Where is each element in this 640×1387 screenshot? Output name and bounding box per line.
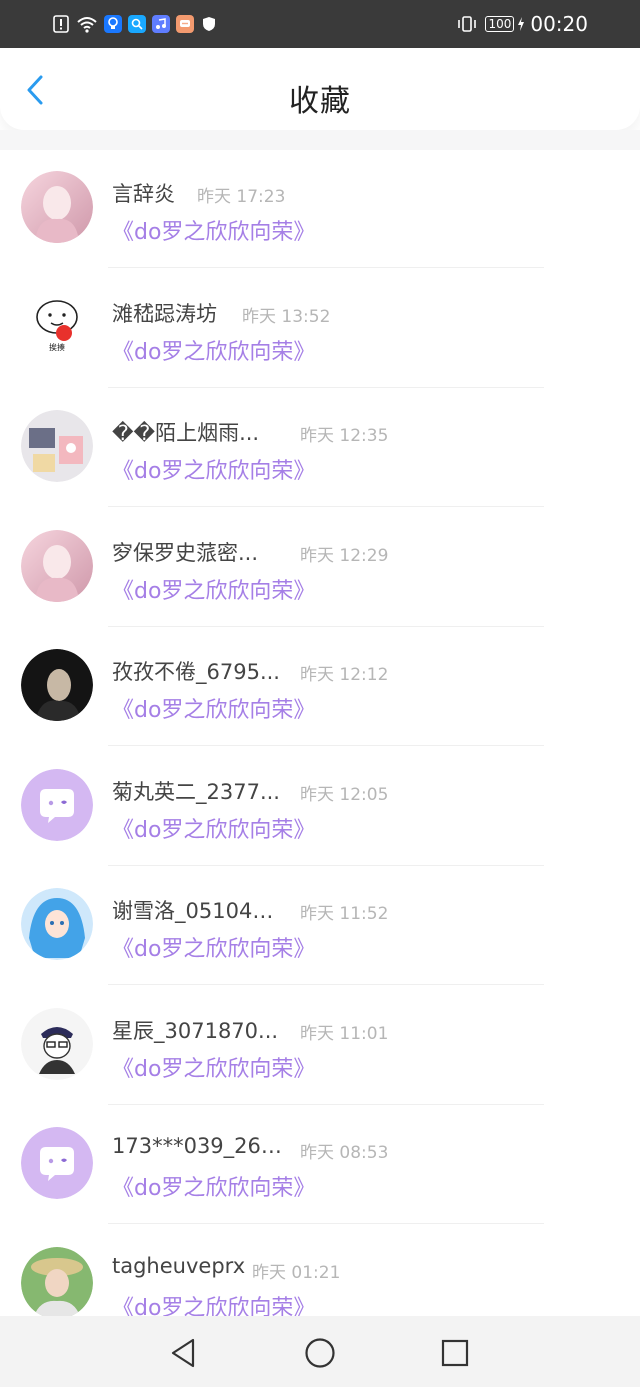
avatar[interactable] xyxy=(21,649,93,721)
list-item[interactable]: 挨揍 滩嵇跽涛坊 昨天 13:52 《do罗之欣欣向荣》 xyxy=(0,270,640,390)
divider xyxy=(108,625,544,627)
avatar[interactable] xyxy=(21,1246,93,1316)
battery-icon: 100 xyxy=(485,16,525,32)
wifi-icon xyxy=(76,15,98,33)
list-item[interactable]: 星辰_3071870... 昨天 11:01 《do罗之欣欣向荣》 xyxy=(0,987,640,1107)
user-name: 谢雪洛_051043... xyxy=(112,899,282,923)
system-navbar xyxy=(0,1316,640,1387)
favorited-title[interactable]: 《do罗之欣欣向荣》 xyxy=(112,812,315,844)
list-item[interactable]: 谢雪洛_051043... 昨天 11:52 《do罗之欣欣向荣》 xyxy=(0,867,640,987)
list-item[interactable]: 菊丸英二_2377... 昨天 12:05 《do罗之欣欣向荣》 xyxy=(0,748,640,868)
user-name: 173***039_267... xyxy=(112,1134,282,1158)
status-icons-right: 100 00:20 xyxy=(455,12,588,36)
square-recents-icon xyxy=(441,1339,469,1367)
timestamp: 昨天 12:35 xyxy=(300,426,389,446)
avatar[interactable]: 挨揍 xyxy=(21,290,93,363)
favorites-list: 言辞炎 昨天 17:23 《do罗之欣欣向荣》 挨揍 滩嵇跽涛坊 昨天 13:52 《do罗… xyxy=(0,150,640,1316)
timestamp: 昨天 13:52 xyxy=(242,306,331,327)
charging-icon xyxy=(518,17,525,31)
timestamp: 昨天 08:53 xyxy=(300,1143,389,1163)
user-name: 星辰_3071870... xyxy=(112,1018,279,1043)
favorited-title[interactable]: 《do罗之欣欣向荣》 xyxy=(112,931,315,963)
divider xyxy=(108,745,544,746)
favorited-title[interactable]: 《do罗之欣欣向荣》 xyxy=(112,692,315,724)
favorited-title[interactable]: 《do罗之欣欣向荣》 xyxy=(112,1051,315,1083)
avatar[interactable] xyxy=(21,410,93,482)
avatar[interactable] xyxy=(21,1127,93,1199)
timestamp: 昨天 11:01 xyxy=(300,1023,389,1044)
divider xyxy=(108,984,544,985)
favorited-title[interactable]: 《do罗之欣欣向荣》 xyxy=(112,214,315,246)
nav-recents-button[interactable] xyxy=(438,1336,472,1370)
user-name: 菊丸英二_2377... xyxy=(112,779,280,804)
divider xyxy=(108,1103,544,1105)
user-name: ��陌上烟雨... xyxy=(112,421,260,445)
user-name: tagheuveprx xyxy=(112,1253,246,1278)
avatar[interactable] xyxy=(21,171,93,243)
favorited-title[interactable]: 《do罗之欣欣向荣》 xyxy=(112,334,315,366)
header: 收藏 xyxy=(0,48,640,130)
timestamp: 昨天 11:52 xyxy=(300,904,389,924)
divider xyxy=(108,386,544,388)
divider xyxy=(108,864,544,866)
user-name: 孜孜不倦_6795... xyxy=(112,660,280,684)
list-item[interactable]: 孜孜不倦_6795... 昨天 12:12 《do罗之欣欣向荣》 xyxy=(0,628,640,748)
favorited-title[interactable]: 《do罗之欣欣向荣》 xyxy=(112,1170,315,1202)
nav-home-button[interactable] xyxy=(303,1336,337,1370)
favorited-title[interactable]: 《do罗之欣欣向荣》 xyxy=(112,573,315,605)
shield-icon xyxy=(200,15,218,33)
timestamp: 昨天 17:23 xyxy=(197,187,286,207)
avatar[interactable] xyxy=(21,888,93,960)
favorited-title[interactable]: 《do罗之欣欣向荣》 xyxy=(112,1290,315,1317)
list-item[interactable]: 173***039_267... 昨天 08:53 《do罗之欣欣向荣》 xyxy=(0,1106,640,1226)
vibrate-icon xyxy=(455,15,479,33)
user-name: 言辞炎 xyxy=(112,182,175,206)
divider xyxy=(108,1223,544,1224)
timestamp: 昨天 01:21 xyxy=(252,1262,341,1283)
timestamp: 昨天 12:05 xyxy=(300,784,389,805)
divider xyxy=(108,267,544,268)
avatar[interactable] xyxy=(21,529,93,602)
svg-text:挨揍: 挨揍 xyxy=(49,342,65,352)
circle-home-icon xyxy=(305,1338,335,1368)
app-bulb-icon xyxy=(104,15,122,33)
status-time: 00:20 xyxy=(530,12,588,36)
nav-back-button[interactable] xyxy=(166,1336,200,1370)
status-bar: 100 00:20 xyxy=(0,0,640,48)
favorited-title[interactable]: 《do罗之欣欣向荣》 xyxy=(112,453,315,485)
list-item[interactable]: tagheuveprx 昨天 01:21 《do罗之欣欣向荣》 xyxy=(0,1226,640,1317)
user-name: 滩嵇跽涛坊 xyxy=(112,301,217,326)
app-search-icon xyxy=(128,15,146,33)
divider xyxy=(108,506,544,507)
list-item[interactable]: ��陌上烟雨... 昨天 12:35 《do罗之欣欣向荣》 xyxy=(0,389,640,509)
app-music-icon xyxy=(152,15,170,33)
timestamp: 昨天 12:12 xyxy=(300,665,389,685)
timestamp: 昨天 12:29 xyxy=(300,545,389,566)
triangle-back-icon xyxy=(171,1338,195,1368)
header-gap xyxy=(0,130,640,150)
user-name: 穸保罗史蒎密... xyxy=(112,540,259,565)
list-item[interactable]: 言辞炎 昨天 17:23 《do罗之欣欣向荣》 xyxy=(0,150,640,270)
battery-level: 100 xyxy=(485,16,515,32)
avatar[interactable] xyxy=(21,768,93,841)
alert-icon xyxy=(52,15,70,33)
app-chat-icon xyxy=(176,15,194,33)
list-item[interactable]: 穸保罗史蒎密... 昨天 12:29 《do罗之欣欣向荣》 xyxy=(0,509,640,629)
page-title: 收藏 xyxy=(289,84,351,119)
status-icons-left xyxy=(52,15,218,33)
avatar[interactable] xyxy=(21,1007,93,1080)
